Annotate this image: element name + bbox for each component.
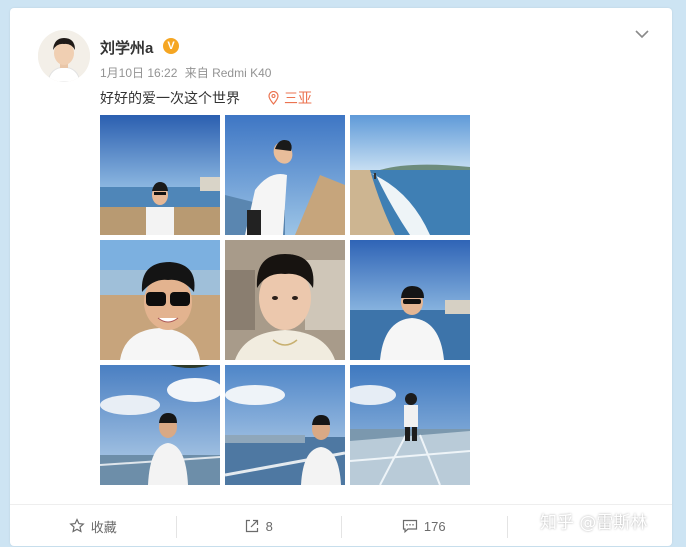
- verified-badge-icon: V: [163, 38, 179, 54]
- location-label: 三亚: [284, 90, 312, 106]
- location-pin-icon: [268, 91, 279, 105]
- username[interactable]: 刘学州a: [100, 37, 153, 58]
- share-button[interactable]: 8: [175, 505, 342, 547]
- share-count: 8: [265, 518, 273, 534]
- photo-7[interactable]: [100, 365, 220, 485]
- post-meta: 1月10日 16:22 来自 Redmi K40: [100, 64, 271, 81]
- photo-8[interactable]: [225, 365, 345, 485]
- comment-button[interactable]: 176: [341, 505, 507, 547]
- post-source: 来自 Redmi K40: [184, 66, 272, 80]
- chevron-down-icon[interactable]: [634, 26, 650, 42]
- favorite-label: 收藏: [90, 519, 117, 535]
- photo-1[interactable]: [100, 115, 220, 235]
- post-timestamp[interactable]: 1月10日 16:22: [100, 66, 177, 80]
- location-link[interactable]: 三亚: [268, 88, 312, 108]
- favorite-button[interactable]: 收藏: [10, 505, 176, 547]
- star-icon: [69, 518, 85, 533]
- comment-count: 176: [423, 518, 446, 534]
- share-icon: [245, 519, 258, 533]
- photo-9[interactable]: [350, 365, 470, 485]
- photo-2[interactable]: [225, 115, 345, 235]
- photo-4[interactable]: [100, 240, 220, 360]
- comment-icon: [402, 519, 417, 534]
- watermark: 知乎 @雷斯林: [540, 513, 648, 533]
- photo-grid: [100, 115, 472, 487]
- photo-3[interactable]: [350, 115, 470, 235]
- photo-5[interactable]: [225, 240, 345, 360]
- post-text: 好好的爱一次这个世界: [100, 90, 240, 106]
- avatar[interactable]: [38, 30, 90, 82]
- photo-6[interactable]: [350, 240, 470, 360]
- post-card: 刘学州a V 1月10日 16:22 来自 Redmi K40 好好的爱一次这个…: [10, 8, 672, 546]
